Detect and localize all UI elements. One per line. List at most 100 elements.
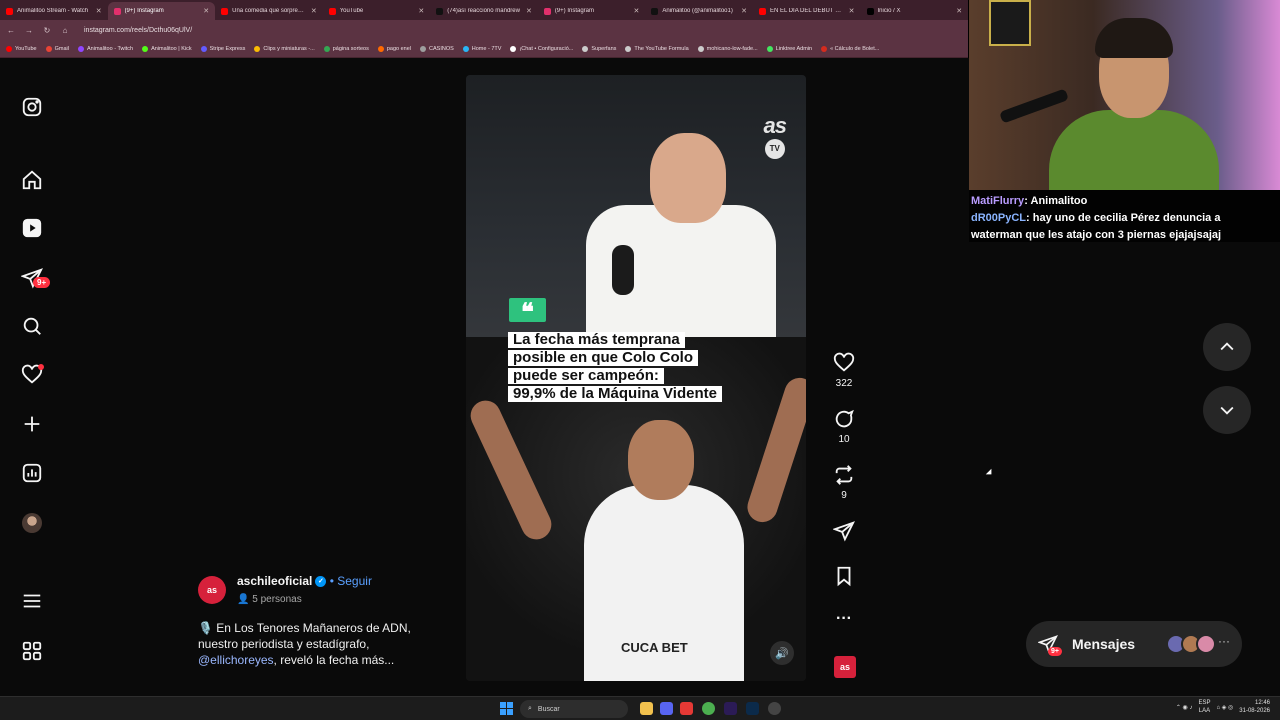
home-icon[interactable]: ⌂ — [60, 26, 70, 35]
browser-tab[interactable]: EN EL DÍA DEL DEBUT DEL ✕ — [753, 2, 861, 20]
bookmark-item[interactable]: Animalitoo - Twitch — [78, 46, 133, 52]
close-icon[interactable]: ✕ — [96, 7, 102, 15]
file-explorer-icon[interactable] — [640, 702, 653, 715]
next-reel-button[interactable] — [1203, 386, 1251, 434]
more-options-button[interactable]: ··· — [824, 610, 864, 628]
app-icon[interactable] — [680, 702, 693, 715]
discord-icon[interactable] — [660, 702, 673, 715]
bookmark-item[interactable]: mohicano-low-fade... — [697, 46, 758, 52]
clock[interactable]: 12:46 31-08-2026 — [1239, 699, 1270, 715]
close-icon[interactable]: ✕ — [741, 7, 747, 15]
browser-tab[interactable]: (9+) Instagram ✕ — [538, 2, 646, 20]
caption-text[interactable]: 🎙️ En Los Tenores Mañaneros de ADN, nues… — [198, 620, 438, 668]
create-plus-icon[interactable] — [20, 412, 44, 436]
bookmark-item[interactable]: YouTube — [6, 46, 37, 52]
profile-avatar[interactable] — [22, 513, 42, 533]
browser-tab[interactable]: Una comedia que sorprende ✕ — [215, 2, 323, 20]
volume-icon[interactable]: 🔊 — [770, 641, 794, 665]
windows-start-icon[interactable] — [500, 702, 513, 715]
bookmark-item[interactable]: « Cálculo de Bolet... — [821, 46, 879, 52]
mention-link[interactable]: @ellichoreyes — [198, 653, 274, 667]
bookmark-favicon-icon — [142, 46, 149, 52]
bookmark-favicon-icon — [697, 46, 704, 52]
back-icon[interactable]: ← — [6, 26, 16, 35]
bookmark-favicon-icon — [582, 46, 589, 52]
url-text[interactable]: instagram.com/reels/Dcthu06qUlV/ — [84, 27, 192, 34]
bookmark-item[interactable]: CASINOS — [420, 46, 454, 52]
account-name-row: aschileoficial ✓ • Seguir — [237, 574, 372, 588]
search-icon[interactable] — [20, 314, 44, 338]
bookmark-item[interactable]: Superfans — [582, 46, 616, 52]
streamer-hair — [1095, 18, 1173, 58]
photoshop-icon[interactable] — [746, 702, 759, 715]
dashboard-icon[interactable] — [20, 461, 44, 485]
browser-tab[interactable]: (74)así reaccionó mandrew ✕ — [430, 2, 538, 20]
browser-tab[interactable]: (9+) Instagram ✕ — [107, 2, 216, 20]
instagram-logo-icon[interactable] — [20, 95, 44, 119]
bookmark-item[interactable]: The YouTube Formula — [625, 46, 689, 52]
bookmarks-bar: YouTube Gmail Animalitoo - Twitch Animalito… — [0, 41, 968, 58]
home-nav-icon[interactable] — [20, 168, 44, 192]
language-indicator[interactable]: ESP LAA — [1198, 699, 1210, 715]
messages-pill-badge: 9+ — [1048, 647, 1062, 656]
save-button[interactable] — [824, 565, 864, 587]
taskbar-search[interactable]: ⌕ Buscar — [520, 700, 628, 718]
threads-apps-icon[interactable] — [20, 639, 44, 663]
bookmark-item[interactable]: página sorteos — [323, 46, 369, 52]
browser-tab-bar: Animalitoo Stream - Watch ✕ (9+) Instagram… — [0, 0, 968, 20]
close-icon[interactable]: ✕ — [849, 7, 855, 15]
bookmark-item[interactable]: ¡Chat • Configuració... — [510, 46, 573, 52]
close-icon[interactable]: ✕ — [956, 7, 962, 15]
tab-favicon-icon — [328, 7, 336, 15]
bookmark-item[interactable]: Clips y miniaturas -... — [254, 46, 315, 52]
notification-dot — [38, 364, 44, 370]
menu-hamburger-icon[interactable] — [20, 589, 44, 613]
account-avatar[interactable]: as — [198, 576, 226, 604]
mouse-cursor — [985, 468, 995, 478]
bookmark-favicon-icon — [625, 46, 632, 52]
repost-button[interactable]: 9 — [824, 464, 864, 501]
close-icon[interactable]: ✕ — [526, 7, 532, 15]
reel-video[interactable]: as TV CUCA BET ❝ La fecha más temprana po… — [466, 75, 806, 681]
bookmark-favicon-icon — [200, 46, 207, 52]
browser-tab[interactable]: Animalitoo Stream - Watch ✕ — [0, 2, 108, 20]
reels-nav-icon[interactable] — [20, 216, 44, 240]
bookmark-favicon-icon — [766, 46, 773, 52]
browser-tab[interactable]: YouTube ✕ — [323, 2, 431, 20]
messages-pill[interactable]: 9+ Mensajes ··· — [1026, 621, 1242, 667]
tab-label: (74)así reaccionó mandrew — [447, 8, 520, 14]
bookmark-favicon-icon — [420, 46, 427, 52]
bookmark-item[interactable]: Linktree Admin — [766, 46, 812, 52]
share-button[interactable] — [824, 520, 864, 542]
bookmark-item[interactable]: Home - 7TV — [462, 46, 501, 52]
browser-tab[interactable]: Animalitoo (@animalitoo1) ✕ — [645, 2, 753, 20]
close-icon[interactable]: ✕ — [311, 7, 317, 15]
bookmark-item[interactable]: Gmail — [45, 46, 69, 52]
follow-button[interactable]: • Seguir — [330, 574, 372, 588]
close-icon[interactable]: ✕ — [634, 7, 640, 15]
reload-icon[interactable]: ↻ — [42, 26, 52, 35]
chrome-icon[interactable] — [702, 702, 715, 715]
network-sound-icons[interactable]: ⌂ ◈ ◎ — [1216, 704, 1233, 711]
audio-as-logo[interactable]: as — [834, 656, 856, 678]
like-button[interactable]: 322 — [824, 352, 864, 389]
browser-tab[interactable]: Inicio / X ✕ — [861, 2, 969, 20]
forward-icon[interactable]: → — [24, 26, 34, 35]
premiere-icon[interactable] — [724, 702, 737, 715]
bookmark-item[interactable]: Animalitoo | Kick — [142, 46, 192, 52]
bookmark-item[interactable]: Stripe Express — [200, 46, 245, 52]
address-bar: ← → ↻ ⌂ instagram.com/reels/Dcthu06qUlV/ — [0, 20, 968, 41]
previous-reel-button[interactable] — [1203, 323, 1251, 371]
app-icon[interactable] — [768, 702, 781, 715]
close-icon[interactable]: ✕ — [203, 7, 209, 15]
tray-icons[interactable]: ⌃ ◉ ♪ — [1176, 704, 1193, 711]
bookmark-favicon-icon — [377, 46, 384, 52]
account-name[interactable]: aschileoficial — [237, 574, 312, 588]
tab-favicon-icon — [436, 7, 444, 15]
comment-button[interactable]: 10 — [824, 408, 864, 445]
bookmark-item[interactable]: pago enel — [377, 46, 411, 52]
tagged-people[interactable]: 👤 5 personas — [237, 594, 302, 605]
bookmark-favicon-icon — [821, 46, 828, 52]
streamer-microphone — [999, 88, 1069, 124]
close-icon[interactable]: ✕ — [418, 7, 424, 15]
